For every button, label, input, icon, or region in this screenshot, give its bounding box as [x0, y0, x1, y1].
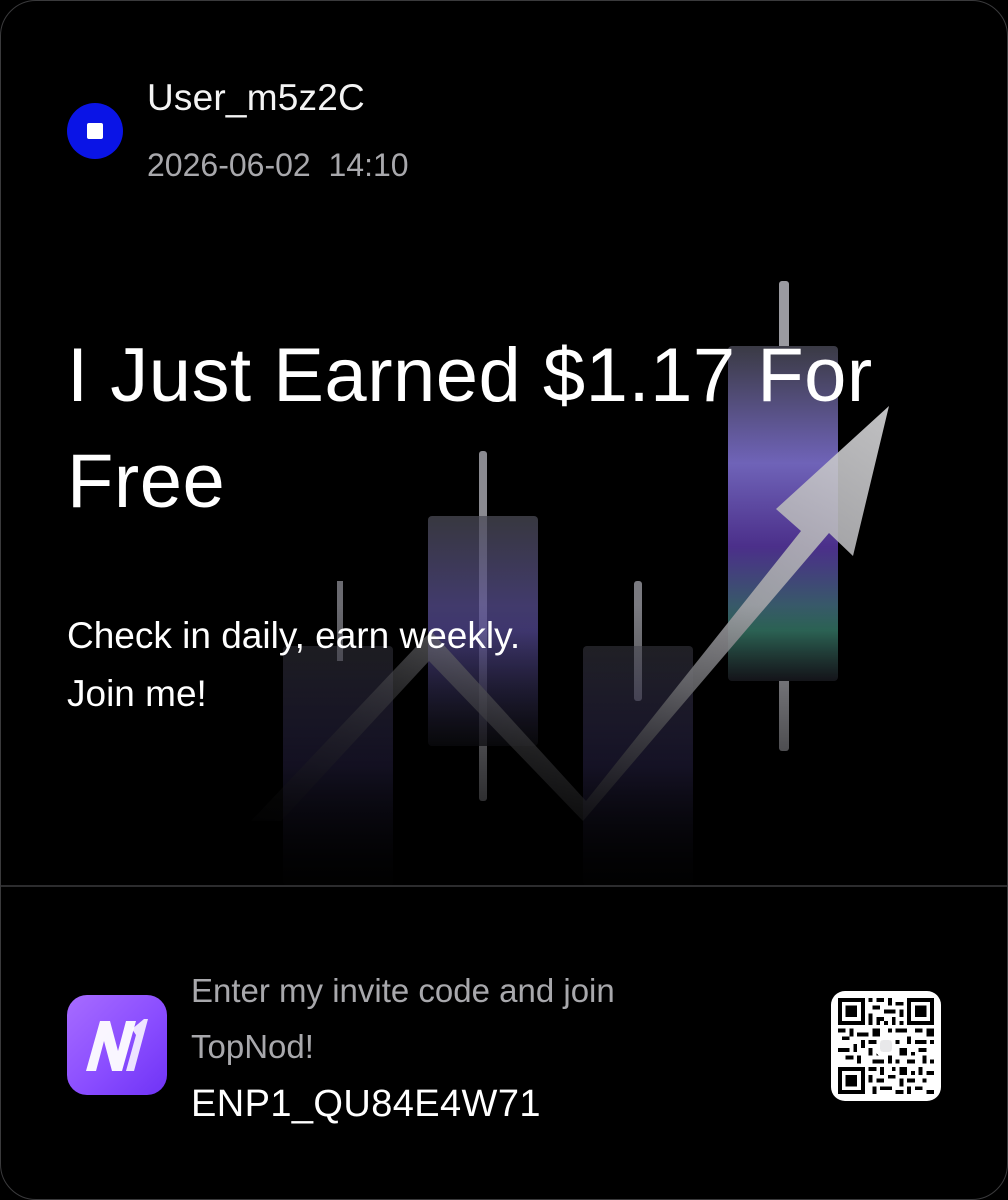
- invite-code[interactable]: ENP1_QU84E4W71: [191, 1083, 541, 1126]
- tagline: Check in daily, earn weekly. Join me!: [67, 607, 520, 723]
- qr-code-pattern: [838, 998, 934, 1094]
- headline: I Just Earned $1.17 For Free: [67, 333, 873, 524]
- tagline-line-2: Join me!: [67, 673, 207, 714]
- username: User_m5z2C: [147, 77, 365, 118]
- qr-code-icon[interactable]: [831, 991, 941, 1101]
- topnod-logo-icon[interactable]: [67, 995, 167, 1095]
- tagline-line-1: Check in daily, earn weekly.: [67, 615, 521, 656]
- n1-logo-icon: [86, 1019, 148, 1071]
- avatar-glyph-icon: [87, 123, 103, 139]
- post-timestamp: 2026-06-02 14:10: [147, 147, 409, 183]
- share-card: User_m5z2C 2026-06-02 14:10 I Just Earne…: [0, 0, 1008, 1200]
- invite-message: Enter my invite code and join TopNod!: [191, 972, 615, 1065]
- divider: [1, 885, 1007, 887]
- avatar[interactable]: [67, 103, 123, 159]
